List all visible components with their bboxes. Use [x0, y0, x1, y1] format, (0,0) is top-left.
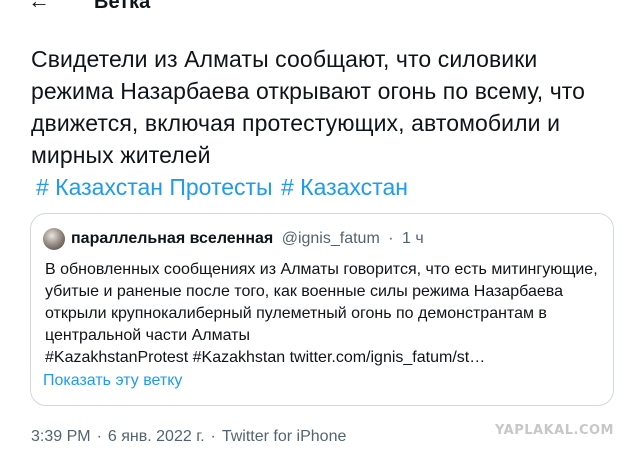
- site-watermark: YAPLAKAL.COM: [495, 423, 614, 438]
- quoted-text-body: В обновленных сообщениях из Алматы говор…: [45, 261, 598, 344]
- quoted-display-name[interactable]: параллельная вселенная: [71, 230, 273, 247]
- tweet-time[interactable]: 3:39 PM: [31, 428, 91, 445]
- quoted-tweet-card[interactable]: параллельная вселенная @ignis_fatum · 1 …: [30, 213, 614, 406]
- tweet-text: Свидетели из Алматы сообщают, что силови…: [31, 46, 586, 168]
- quoted-tweet-text: В обновленных сообщениях из Алматы говор…: [45, 259, 605, 369]
- header-title: Ветка: [94, 0, 151, 13]
- show-thread-link[interactable]: Показать эту ветку: [43, 372, 182, 390]
- quoted-handle[interactable]: @ignis_fatum: [282, 230, 380, 247]
- tweet-date[interactable]: 6 янв. 2022 г.: [108, 428, 205, 445]
- thread-header: ← Ветка: [0, 0, 640, 14]
- separator-dot: ·: [96, 428, 102, 445]
- separator-dot: ·: [210, 428, 216, 445]
- back-arrow-icon[interactable]: ←: [28, 0, 50, 14]
- avatar[interactable]: [43, 228, 65, 250]
- quoted-tags-and-link[interactable]: #KazakhstanProtest #Kazakhstan twitter.c…: [45, 349, 485, 366]
- tweet-source: Twitter for iPhone: [221, 428, 347, 445]
- quoted-timestamp[interactable]: 1 ч: [402, 230, 424, 247]
- quoted-tweet-header: параллельная вселенная @ignis_fatum · 1 …: [71, 230, 424, 248]
- hashtag-link[interactable]: # Казахстан: [281, 174, 408, 200]
- tweet-hashtags: # Казахстан Протесты # Казахстан: [36, 171, 410, 203]
- separator-dot: ·: [388, 230, 394, 247]
- hashtag-link[interactable]: # Казахстан Протесты: [36, 174, 273, 200]
- tweet-metadata: 3:39 PM · 6 янв. 2022 г. · Twitter for iPhon…: [31, 428, 346, 446]
